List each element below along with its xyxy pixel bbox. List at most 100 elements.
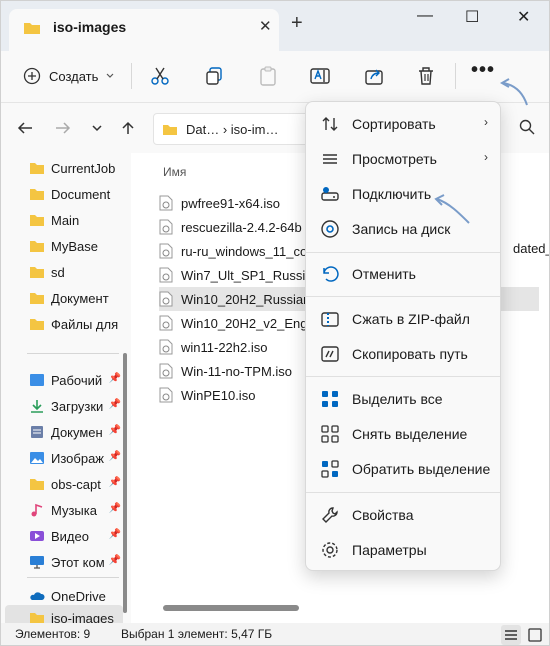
tab-bar: iso-images ✕ + — ☐ ✕ [1, 1, 549, 51]
sidebar-item-obs-capture[interactable]: obs-capt 📌 [5, 471, 123, 497]
sidebar-item-desktop[interactable]: Рабочий 📌 [5, 367, 123, 393]
see-more-button[interactable]: ••• [471, 59, 494, 81]
tab-title: iso-images [53, 19, 127, 35]
sidebar-item-downloads[interactable]: Загрузки 📌 [5, 393, 123, 419]
menu-item-mount[interactable]: Подключить [312, 178, 496, 210]
disc-image-icon [159, 243, 173, 259]
sidebar-item-main[interactable]: Main [5, 207, 123, 233]
back-arrow-icon[interactable] [17, 121, 33, 135]
copy-icon[interactable] [203, 65, 225, 87]
rename-icon[interactable] [309, 65, 331, 87]
disc-image-icon [159, 291, 173, 307]
menu-separator [306, 376, 500, 377]
burn-disc-icon [321, 220, 339, 238]
command-bar: Создать ••• [1, 51, 549, 103]
see-more-menu: Сортировать › Просмотреть › Подключить Зап… [305, 101, 501, 571]
file-explorer-window: iso-images ✕ + — ☐ ✕ Создать ••• Dat… › [0, 0, 550, 646]
menu-item-options[interactable]: Параметры [312, 534, 496, 566]
sidebar-item-mybase[interactable]: MyBase [5, 233, 123, 259]
sidebar-item-music[interactable]: Музыка 📌 [5, 497, 123, 523]
chevron-right-icon: › [484, 115, 488, 129]
menu-item-burn-to-disc[interactable]: Запись на диск [312, 213, 496, 245]
selection-info: Выбран 1 элемент: 5,47 ГБ [121, 627, 273, 641]
folder-icon [24, 23, 40, 34]
video-icon [30, 531, 44, 541]
folder-icon [30, 163, 44, 174]
tab-close-icon[interactable]: ✕ [259, 17, 272, 35]
menu-item-invert-selection[interactable]: Обратить выделение [312, 453, 496, 485]
sidebar-item-currentjob[interactable]: CurrentJob [5, 155, 123, 181]
share-icon[interactable] [363, 65, 385, 87]
folder-icon [30, 241, 44, 252]
forward-arrow-icon[interactable] [55, 121, 71, 135]
horizontal-scrollbar[interactable] [163, 605, 299, 611]
download-icon [31, 400, 43, 413]
undo-icon [323, 266, 339, 282]
sidebar-item-document[interactable]: Document [5, 181, 123, 207]
item-count: Элементов: 9 [15, 627, 91, 641]
navigation-pane: CurrentJob Document Main MyBase sd Докум… [1, 153, 131, 631]
sidebar-item-pictures[interactable]: Изображ 📌 [5, 445, 123, 471]
create-label: Создать [49, 68, 99, 84]
recent-dropdown-icon[interactable] [91, 121, 103, 135]
pin-icon: 📌 [108, 477, 121, 488]
menu-separator [306, 492, 500, 493]
sidebar-item-documents[interactable]: Докумен 📌 [5, 419, 123, 445]
sidebar-item-documents-ru[interactable]: Документ [5, 285, 123, 311]
select-all-icon [322, 391, 338, 407]
delete-icon[interactable] [415, 65, 437, 87]
toolbar-separator [131, 63, 132, 89]
sidebar-item-this-pc[interactable]: Этот ком 📌 [5, 549, 123, 575]
close-window-button[interactable]: ✕ [517, 7, 530, 27]
menu-item-undo[interactable]: Отменить [312, 258, 496, 290]
menu-item-properties[interactable]: Свойства [312, 499, 496, 531]
pin-icon: 📌 [108, 399, 121, 410]
minimize-button[interactable]: — [417, 7, 433, 25]
disc-image-icon [159, 219, 173, 235]
chevron-right-icon: › [484, 150, 488, 164]
menu-separator [306, 252, 500, 253]
zip-icon [321, 312, 339, 327]
pin-icon: 📌 [108, 503, 121, 514]
pin-icon: 📌 [108, 529, 121, 540]
pin-icon: 📌 [108, 451, 121, 462]
new-tab-button[interactable]: + [291, 13, 303, 33]
sidebar-item-videos[interactable]: Видео 📌 [5, 523, 123, 549]
music-icon [31, 503, 43, 517]
tiles-view-icon[interactable] [525, 625, 545, 645]
toolbar-separator [455, 63, 456, 89]
sidebar-scrollbar[interactable] [123, 353, 127, 613]
folder-icon [30, 189, 44, 200]
menu-item-select-none[interactable]: Снять выделение [312, 418, 496, 450]
menu-item-compress-zip[interactable]: Сжать в ZIP-файл [312, 303, 496, 335]
maximize-button[interactable]: ☐ [465, 7, 479, 27]
breadcrumb[interactable]: Dat… › iso-im… [186, 122, 278, 137]
tab-iso-images[interactable]: iso-images ✕ [9, 9, 279, 51]
sidebar-item-sd[interactable]: sd [5, 259, 123, 285]
menu-item-view[interactable]: Просмотреть › [312, 143, 496, 175]
disc-image-icon [159, 315, 173, 331]
disc-image-icon [159, 339, 173, 355]
sort-icon [322, 117, 338, 131]
select-none-icon [321, 425, 339, 443]
pin-icon: 📌 [108, 425, 121, 436]
onedrive-icon [30, 592, 45, 600]
folder-icon [30, 215, 44, 226]
computer-icon [30, 556, 44, 569]
documents-icon [31, 426, 43, 438]
paste-icon[interactable] [257, 65, 279, 87]
menu-item-select-all[interactable]: Выделить все [312, 383, 496, 415]
up-arrow-icon[interactable] [121, 121, 135, 135]
details-view-icon[interactable] [501, 625, 521, 645]
column-header-name[interactable]: Имя [163, 165, 186, 179]
search-icon[interactable] [519, 119, 535, 135]
menu-separator [306, 296, 500, 297]
disc-image-icon [159, 387, 173, 403]
pin-icon: 📌 [108, 373, 121, 384]
menu-item-copy-path[interactable]: Скопировать путь [312, 338, 496, 370]
sidebar-item-files-for[interactable]: Файлы для [5, 311, 123, 337]
cut-icon[interactable] [149, 65, 171, 87]
sidebar-divider [27, 353, 119, 354]
menu-item-sort[interactable]: Сортировать › [312, 108, 496, 140]
create-button[interactable]: Создать [23, 65, 114, 87]
